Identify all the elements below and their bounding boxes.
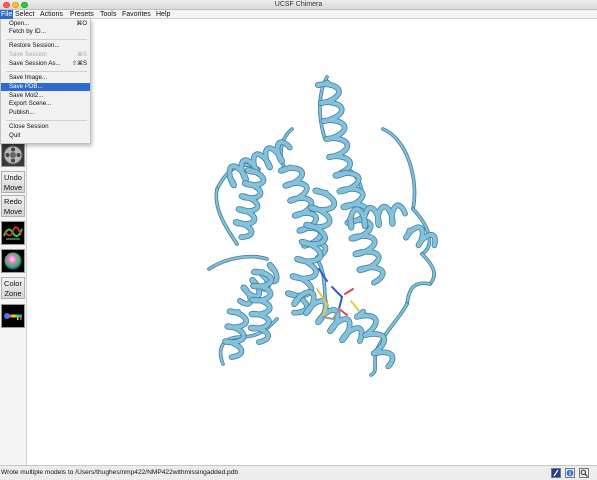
ligand-bond-4 <box>344 288 354 295</box>
menu-file[interactable]: File <box>0 10 14 19</box>
menu-item-quit[interactable]: Quit <box>1 132 90 140</box>
color-zone-button[interactable]: Color Zone <box>1 277 25 299</box>
menu-item-restore-session[interactable]: Restore Session... <box>1 42 90 50</box>
file-menu-dropdown: Open... ⌘O Fetch by ID... Restore Sessio… <box>0 19 91 144</box>
menu-item-restore-label: Restore Session... <box>9 42 60 49</box>
menu-separator <box>6 119 87 121</box>
menu-item-save-session-as-label: Save Session As... <box>9 60 61 67</box>
menu-item-save-mol2-label: Save Mol2... <box>9 92 44 99</box>
color-key-icon[interactable] <box>1 304 25 328</box>
menu-select[interactable]: Select <box>14 10 35 19</box>
menu-item-save-mol2[interactable]: Save Mol2... <box>1 92 90 100</box>
protein-ribbon-model <box>207 75 438 377</box>
magnifier-icon[interactable] <box>579 468 589 478</box>
menu-item-quit-label: Quit <box>9 132 21 139</box>
title-bar: UCSF Chimera <box>0 0 597 10</box>
redo-move-button[interactable]: Redo Move <box>1 195 25 217</box>
color-wheel-icon[interactable] <box>1 249 25 273</box>
menu-item-save-image-label: Save Image... <box>9 74 48 81</box>
info-icon[interactable] <box>565 468 575 478</box>
menu-item-save-session-shortcut: ⌘S <box>76 52 87 58</box>
reel-icon[interactable] <box>1 143 25 167</box>
menu-item-open-label: Open... <box>9 20 30 27</box>
window-title: UCSF Chimera <box>274 1 323 8</box>
command-line-icon[interactable] <box>551 468 561 478</box>
color-zone-label-line1: Color <box>4 279 22 288</box>
menu-help[interactable]: Help <box>155 10 171 19</box>
redo-move-label-line1: Redo <box>4 197 22 206</box>
ligand-bond-2 <box>331 286 343 298</box>
redo-move-label-line2: Move <box>3 206 23 216</box>
menu-presets[interactable]: Presets <box>69 10 95 19</box>
menu-item-fetch-by-id[interactable]: Fetch by ID... <box>1 28 90 36</box>
molecule-viewer[interactable] <box>27 19 597 465</box>
menu-favorites[interactable]: Favorites <box>121 10 152 19</box>
color-zone-label-line2: Zone <box>4 288 22 298</box>
loop-segment-2-outline <box>214 187 239 246</box>
menu-separator <box>6 38 87 40</box>
undo-move-button[interactable]: Undo Move <box>1 171 25 193</box>
menu-item-save-pdb[interactable]: Save PDB... <box>1 83 90 91</box>
menu-item-save-session: Save Session ⌘S <box>1 51 90 59</box>
menu-separator <box>6 70 87 72</box>
helix-segment-8 <box>222 309 249 360</box>
ligand-bond-8 <box>350 300 360 312</box>
menu-item-close-session[interactable]: Close Session <box>1 123 90 131</box>
undo-move-label-line2: Move <box>3 182 23 192</box>
helix-segment-5 <box>333 170 385 285</box>
menu-item-save-image[interactable]: Save Image... <box>1 74 90 82</box>
ligand-bond-3 <box>338 296 343 310</box>
menu-item-publish[interactable]: Publish... <box>1 109 90 117</box>
menu-item-save-session-as[interactable]: Save Session As... ⇧⌘S <box>1 60 90 68</box>
status-bar: Wrote multiple models to /Users/thughes/… <box>0 465 597 480</box>
menu-item-publish-label: Publish... <box>9 109 35 116</box>
menu-item-save-session-label: Save Session <box>9 51 47 58</box>
menu-item-save-session-as-shortcut: ⇧⌘S <box>71 61 87 67</box>
menu-item-export-scene[interactable]: Export Scene... <box>1 100 90 108</box>
loop-segment-6-outline <box>405 281 432 306</box>
menu-item-close-session-label: Close Session <box>9 123 49 130</box>
menu-item-open-shortcut: ⌘O <box>76 21 87 27</box>
menu-tools[interactable]: Tools <box>99 10 117 19</box>
menu-actions[interactable]: Actions <box>39 10 64 19</box>
menu-item-export-scene-label: Export Scene... <box>9 100 52 107</box>
menu-item-open[interactable]: Open... ⌘O <box>1 20 90 28</box>
status-message: Wrote multiple models to /Users/thughes/… <box>1 469 239 476</box>
molecule-structure-icon[interactable] <box>1 221 25 245</box>
undo-move-label-line1: Undo <box>4 173 22 182</box>
menu-item-save-pdb-label: Save PDB... <box>9 83 43 90</box>
menu-bar: File Select Actions Presets Tools Favori… <box>0 10 597 19</box>
menu-item-fetch-label: Fetch by ID... <box>9 28 46 35</box>
